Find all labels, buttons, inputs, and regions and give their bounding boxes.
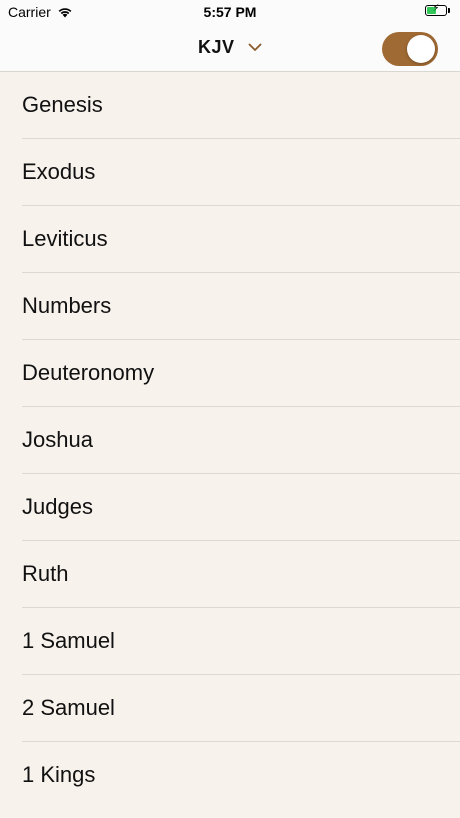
list-item[interactable]: 2 Samuel: [22, 675, 460, 742]
toggle-knob: [407, 35, 435, 63]
night-mode-toggle[interactable]: [382, 32, 438, 66]
list-item[interactable]: 1 Samuel: [22, 608, 460, 675]
status-time: 5:57 PM: [203, 4, 257, 20]
list-item[interactable]: Exodus: [22, 139, 460, 206]
battery-icon: ⚡: [425, 3, 450, 16]
book-list: Genesis Exodus Leviticus Numbers Deutero…: [0, 72, 460, 808]
status-bar: Carrier 5:57 PM ⚡: [0, 0, 460, 24]
list-item[interactable]: Ruth: [22, 541, 460, 608]
list-item[interactable]: Deuteronomy: [22, 340, 460, 407]
list-item[interactable]: Genesis: [22, 72, 460, 139]
list-item[interactable]: Leviticus: [22, 206, 460, 273]
list-item[interactable]: Judges: [22, 474, 460, 541]
charging-bolt-icon: ⚡: [432, 3, 440, 14]
list-item[interactable]: 1 Kings: [22, 742, 460, 808]
list-item[interactable]: Numbers: [22, 273, 460, 340]
chevron-down-icon: [248, 43, 262, 51]
translation-title: KJV: [197, 36, 235, 57]
navigation-bar: KJV: [0, 24, 460, 72]
list-item[interactable]: Joshua: [22, 407, 460, 474]
